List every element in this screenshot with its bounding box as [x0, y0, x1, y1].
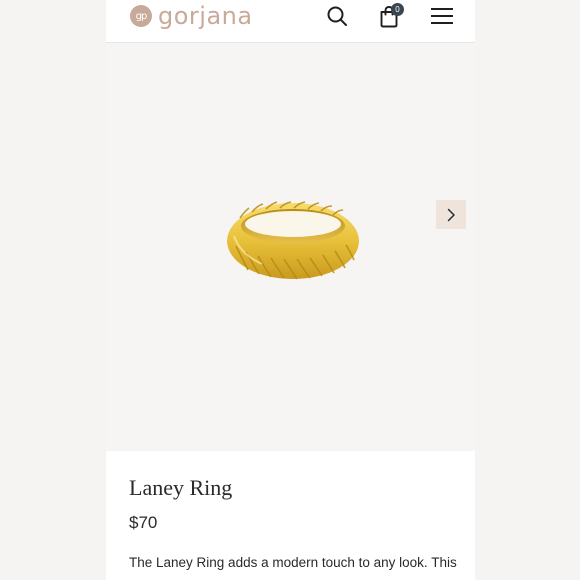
- chevron-right-icon: [447, 208, 455, 221]
- product-image-carousel[interactable]: [106, 43, 475, 451]
- logo-text: gorjana: [158, 2, 253, 30]
- product-price: $70: [129, 513, 158, 532]
- carousel-next-button[interactable]: [436, 200, 466, 229]
- logo-mark: gp: [130, 5, 152, 27]
- product-info: Laney Ring $70 The Laney Ring adds a mod…: [106, 451, 475, 580]
- menu-button[interactable]: [428, 2, 456, 30]
- site-header: gp gorjana 0: [106, 0, 475, 43]
- product-description: The Laney Ring adds a modern touch to an…: [129, 555, 457, 570]
- gold-ring-image: [227, 201, 359, 280]
- hamburger-menu-icon: [431, 8, 453, 24]
- cart-count-badge: 0: [391, 3, 404, 16]
- product-title: Laney Ring: [129, 475, 233, 500]
- page: gp gorjana 0 Laney Ring $70 The Laney Ri…: [0, 0, 580, 580]
- mobile-viewport: gp gorjana 0 Laney Ring $70 The Laney Ri…: [106, 0, 475, 580]
- brand-logo[interactable]: gp gorjana: [130, 2, 253, 30]
- cart-button[interactable]: 0: [375, 2, 404, 30]
- search-icon: [327, 6, 347, 26]
- search-button[interactable]: [323, 2, 351, 30]
